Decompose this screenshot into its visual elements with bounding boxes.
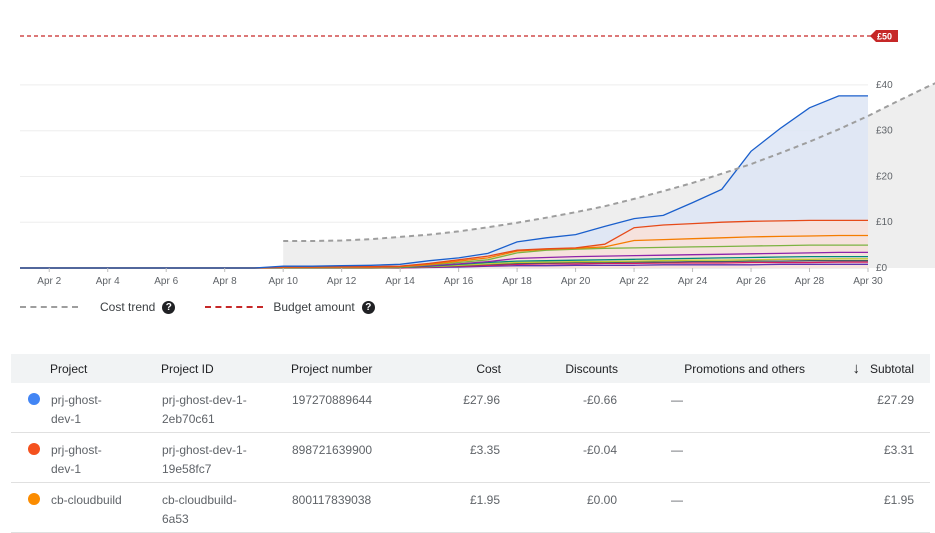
x-tick-label: Apr 6 (154, 276, 178, 287)
project-cost-table: Project Project ID Project number Cost D… (11, 354, 930, 533)
table-header-row: Project Project ID Project number Cost D… (11, 354, 930, 383)
project-name: cb-cloudbuild (51, 493, 122, 507)
header-subtotal-label: Subtotal (869, 362, 914, 376)
project-id: cb-cloudbuild- 6a53 (162, 493, 237, 526)
y-tick-label: £40 (876, 80, 893, 91)
project-number: 898721639900 (292, 443, 373, 457)
x-axis-ticks: Apr 2 Apr 4 Apr 6 Apr 8 Apr 10 Apr 12 Apr 14 Ap… (37, 268, 883, 287)
cost-chart: £50 £0£10£20£30£40 Apr 2 Apr 4 Apr 6 Apr 8A… (20, 30, 935, 287)
subtotal-value: £27.29 (877, 393, 914, 407)
x-tick-label: Apr 16 (444, 276, 474, 287)
x-tick-label: Apr 22 (619, 276, 649, 287)
y-tick-label: £10 (876, 217, 893, 228)
x-tick-label: Apr 10 (268, 276, 298, 287)
header-cost[interactable]: Cost (401, 354, 501, 383)
y-tick-label: £30 (876, 126, 893, 137)
x-tick-label: Apr 28 (795, 276, 825, 287)
x-tick-label: Apr 18 (502, 276, 532, 287)
x-tick-label: Apr 14 (385, 276, 415, 287)
table-row[interactable]: prj-ghost- dev-1 prj-ghost-dev-1- 19e58fc… (11, 433, 930, 483)
x-tick-label: Apr 26 (736, 276, 766, 287)
header-discounts[interactable]: Discounts (501, 354, 618, 383)
legend-budget-swatch (205, 306, 264, 308)
cost-value: £1.95 (469, 493, 500, 507)
x-tick-label: Apr 8 (213, 276, 237, 287)
x-tick-label: Apr 12 (327, 276, 357, 287)
y-tick-label: £20 (876, 171, 893, 182)
header-project[interactable]: Project (50, 354, 161, 383)
legend-cost-trend-label: Cost trend (100, 300, 156, 314)
x-tick-label: Apr 20 (561, 276, 591, 287)
promotions-value: — (671, 393, 683, 407)
legend-cost-trend: Cost trend ? (20, 300, 176, 314)
table-row[interactable]: cb-cloudbuild cb-cloudbuild- 6a53 80011783… (11, 483, 930, 533)
project-id: prj-ghost-dev-1- 19e58fc7 (162, 443, 247, 476)
cost-value: £3.35 (469, 443, 500, 457)
discount-value: £0.00 (586, 493, 617, 507)
budget-flag-label: £50 (877, 32, 892, 42)
color-cell (11, 383, 50, 433)
subtotal-value: £3.31 (883, 443, 914, 457)
legend-trend-swatch (20, 306, 78, 308)
project-color-dot (28, 493, 40, 505)
help-icon[interactable]: ? (162, 300, 176, 314)
project-number: 800117839038 (292, 493, 372, 507)
header-promotions[interactable]: Promotions and others (618, 354, 805, 383)
project-color-dot (28, 443, 40, 455)
x-tick-label: Apr 30 (853, 276, 883, 287)
header-subtotal[interactable]: ↓ Subtotal (805, 354, 930, 383)
promotions-value: — (671, 443, 683, 457)
project-name: prj-ghost- dev-1 (51, 443, 102, 476)
promotions-value: — (671, 493, 683, 507)
header-project-number[interactable]: Project number (291, 354, 401, 383)
x-tick-label: Apr 4 (96, 276, 120, 287)
table-row[interactable]: prj-ghost- dev-1 prj-ghost-dev-1- 2eb70c6… (11, 383, 930, 433)
subtotal-value: £1.95 (883, 493, 914, 507)
discount-value: -£0.04 (582, 443, 617, 457)
cost-value: £27.96 (463, 393, 500, 407)
project-name: prj-ghost- dev-1 (51, 393, 102, 426)
project-number: 197270889644 (292, 393, 373, 407)
legend-budget-label: Budget amount (273, 300, 355, 314)
project-color-dot (28, 393, 40, 405)
sort-arrow-icon[interactable]: ↓ (852, 360, 860, 377)
project-id: prj-ghost-dev-1- 2eb70c61 (162, 393, 247, 426)
discount-value: -£0.66 (582, 393, 617, 407)
budget-flag: £50 (870, 30, 898, 42)
header-project-id[interactable]: Project ID (161, 354, 291, 383)
color-cell (11, 483, 50, 533)
x-tick-label: Apr 24 (678, 276, 708, 287)
help-icon[interactable]: ? (361, 300, 375, 314)
legend-budget: Budget amount ? (205, 300, 375, 314)
color-cell (11, 433, 50, 483)
y-tick-label: £0 (876, 263, 888, 274)
x-tick-label: Apr 2 (37, 276, 61, 287)
chart-legend: Cost trend ? Budget amount ? (20, 298, 405, 316)
header-color (11, 354, 50, 383)
